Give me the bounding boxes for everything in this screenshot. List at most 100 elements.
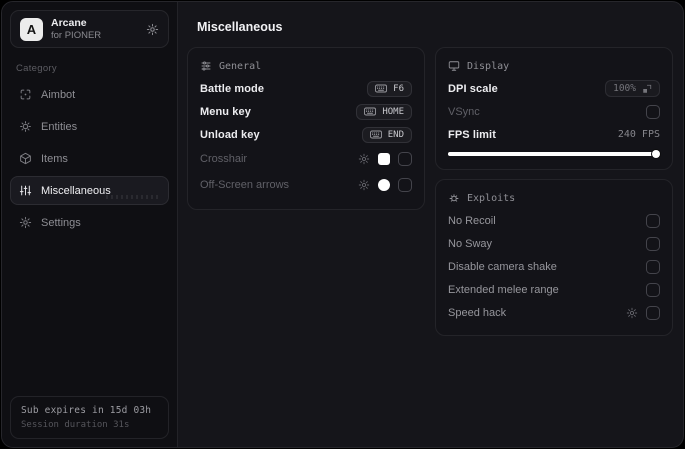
crosshair-row: Crosshair (200, 146, 412, 172)
left-column: General Battle mode F6 Menu key HOME Unl… (187, 47, 425, 210)
subscription-info-card: Sub expires in 15d 03h Session duration … (10, 396, 169, 439)
battle-mode-label: Battle mode (200, 82, 265, 95)
logo-card: A Arcane for PIONER (10, 10, 169, 48)
keyboard-icon (375, 84, 388, 93)
sidebar-item-label: Entities (41, 120, 78, 133)
unload-key-row: Unload key END (200, 123, 412, 146)
keyboard-icon (364, 107, 377, 116)
crosshair-color-swatch[interactable] (378, 153, 390, 165)
sidebar-item-miscellaneous[interactable]: Miscellaneous (10, 176, 169, 205)
gear-icon[interactable] (146, 23, 159, 36)
scale-icon (642, 84, 652, 94)
vsync-row: VSync (448, 100, 660, 123)
dpi-scale-value: 100% (613, 83, 636, 94)
offscreen-arrows-checkbox[interactable] (398, 178, 412, 192)
exploits-card-header: Exploits (448, 192, 660, 204)
session-duration-text: Session duration 31s (21, 420, 130, 430)
no-sway-row: No Sway (448, 232, 660, 255)
disable-camera-shake-label: Disable camera shake (448, 260, 557, 273)
no-sway-checkbox[interactable] (646, 236, 660, 251)
sliders-icon (19, 184, 32, 197)
sidebar-item-settings[interactable]: Settings (10, 208, 169, 237)
fps-limit-label: FPS limit (448, 128, 496, 141)
package-icon (19, 152, 32, 165)
exploits-header-label: Exploits (467, 192, 516, 204)
battle-mode-key: F6 (393, 83, 404, 94)
dpi-scale-label: DPI scale (448, 82, 498, 95)
content-columns: General Battle mode F6 Menu key HOME Unl… (187, 47, 674, 336)
no-sway-label: No Sway (448, 237, 493, 250)
sidebar-item-label: Items (41, 152, 68, 165)
gear-icon[interactable] (358, 179, 370, 191)
sidebar-item-items[interactable]: Items (10, 144, 169, 173)
speed-hack-controls (626, 305, 660, 320)
category-label: Category (16, 63, 57, 74)
slider-knob[interactable] (652, 149, 660, 158)
app-window: A Arcane for PIONER Category Aimbot Enti… (1, 1, 684, 448)
offscreen-arrows-row: Off-Screen arrows (200, 172, 412, 198)
crosshair-label: Crosshair (200, 153, 248, 165)
battle-mode-keybind[interactable]: F6 (367, 80, 412, 97)
sidebar: A Arcane for PIONER Category Aimbot Enti… (2, 2, 178, 447)
battle-mode-row: Battle mode F6 (200, 77, 412, 100)
bug-icon (448, 192, 460, 204)
disable-camera-shake-checkbox[interactable] (646, 259, 660, 274)
general-card-header: General (200, 60, 412, 72)
main-content: Miscellaneous General Battle mode F6 Men… (178, 2, 683, 447)
app-logo: A (20, 17, 43, 41)
offscreen-arrows-label: Off-Screen arrows (200, 179, 290, 191)
page-title: Miscellaneous (197, 20, 283, 34)
gear-icon[interactable] (626, 307, 638, 319)
app-subtitle: for PIONER (51, 29, 102, 41)
gear-icon[interactable] (358, 153, 370, 165)
no-recoil-checkbox[interactable] (646, 213, 660, 228)
menu-key-key: HOME (382, 106, 404, 117)
vsync-checkbox[interactable] (646, 104, 660, 119)
display-header-label: Display (467, 60, 510, 72)
speed-hack-row: Speed hack (448, 301, 660, 324)
no-recoil-row: No Recoil (448, 209, 660, 232)
display-card-header: Display (448, 60, 660, 72)
menu-key-label: Menu key (200, 105, 251, 118)
general-header-label: General (219, 60, 262, 72)
sidebar-item-label: Settings (41, 216, 81, 229)
extended-melee-range-label: Extended melee range (448, 283, 559, 296)
sidebar-nav: Aimbot Entities Items Miscellaneous Sett… (10, 80, 169, 237)
menu-key-row: Menu key HOME (200, 100, 412, 123)
offscreen-arrows-color-swatch[interactable] (378, 179, 390, 191)
exploits-card: Exploits No Recoil No Sway Disable camer… (435, 179, 673, 336)
sidebar-item-aimbot[interactable]: Aimbot (10, 80, 169, 109)
sidebar-item-label: Miscellaneous (41, 184, 111, 197)
gear-icon (19, 216, 32, 229)
unload-key-key: END (387, 129, 404, 140)
app-stage: A Arcane for PIONER Category Aimbot Enti… (0, 0, 685, 449)
logo-text: Arcane for PIONER (51, 17, 101, 42)
fps-limit-slider[interactable] (448, 149, 660, 158)
vsync-label: VSync (448, 105, 480, 118)
sub-expiry-text: Sub expires in 15d 03h (21, 405, 152, 416)
entities-icon (19, 120, 32, 133)
dpi-scale-row: DPI scale 100% (448, 77, 660, 100)
dpi-scale-select[interactable]: 100% (605, 80, 660, 97)
general-card: General Battle mode F6 Menu key HOME Unl… (187, 47, 425, 210)
sliders-horizontal-icon (200, 60, 212, 72)
unload-key-keybind[interactable]: END (361, 126, 412, 143)
right-column: Display DPI scale 100% VSync FPS limit 2… (435, 47, 673, 336)
keyboard-icon (369, 130, 382, 139)
extended-melee-range-checkbox[interactable] (646, 282, 660, 297)
crosshair-checkbox[interactable] (398, 152, 412, 166)
sidebar-item-label: Aimbot (41, 88, 76, 101)
fps-limit-value: 240 FPS (617, 129, 660, 140)
speed-hack-checkbox[interactable] (646, 305, 660, 320)
crosshair-controls (358, 152, 412, 166)
menu-key-keybind[interactable]: HOME (356, 103, 412, 120)
fps-limit-row: FPS limit 240 FPS (448, 123, 660, 146)
monitor-icon (448, 60, 460, 72)
speed-hack-label: Speed hack (448, 306, 507, 319)
display-card: Display DPI scale 100% VSync FPS limit 2… (435, 47, 673, 170)
sidebar-item-entities[interactable]: Entities (10, 112, 169, 141)
disable-camera-shake-row: Disable camera shake (448, 255, 660, 278)
extended-melee-range-row: Extended melee range (448, 278, 660, 301)
slider-fill (448, 152, 660, 156)
